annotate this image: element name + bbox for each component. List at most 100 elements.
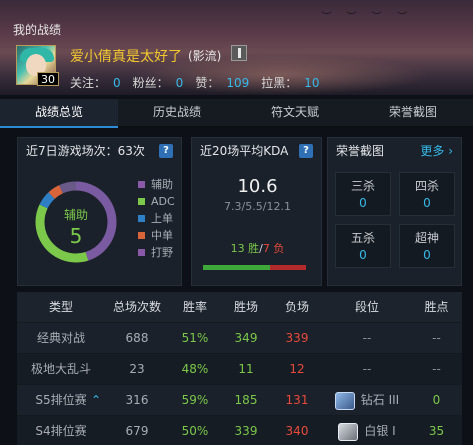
honor-cell-count: 0 <box>423 248 431 262</box>
help-icon[interactable]: ? <box>159 144 173 158</box>
honor-panel: 荣誉截图 更多 › 三杀 0 四杀 0 五杀 0 超神 0 <box>327 137 462 286</box>
cell-rate: 59% <box>181 393 209 407</box>
win-loss-record: 13 胜/7 负 <box>192 240 323 256</box>
cell-points: -- <box>432 362 441 376</box>
legend-swatch <box>138 249 145 256</box>
tab-history[interactable]: 历史战绩 <box>118 99 236 127</box>
table-row[interactable]: 经典对战 688 51% 349 339 -- -- <box>17 323 462 354</box>
cell-tier: 钻石 III <box>323 385 411 415</box>
table-header-row: 类型 总场次数 胜率 胜场 负场 段位 胜点 <box>17 292 462 323</box>
diamond-tier-icon <box>334 391 355 410</box>
legend-swatch <box>138 232 145 239</box>
tier-wrap: 钻石 III <box>334 385 400 416</box>
tier-text: 钻石 III <box>360 393 400 407</box>
cell-rate: 50% <box>181 424 209 438</box>
honor-title: 荣誉截图 更多 › <box>328 138 461 164</box>
follow-label: 关注： <box>70 76 107 90</box>
table-row[interactable]: 极地大乱斗 23 48% 11 12 -- -- <box>17 354 462 385</box>
cell-total: 316 <box>125 393 149 407</box>
page-title: 我的战绩 <box>13 23 62 37</box>
likes-label: 赞： <box>195 76 220 90</box>
cell-tier: -- <box>362 362 372 376</box>
column-header: 胜场 <box>233 300 258 314</box>
column-header: 负场 <box>284 300 309 314</box>
silver-tier-icon <box>338 422 359 441</box>
legend-swatch <box>138 181 145 188</box>
table-row[interactable]: S4排位赛 679 50% 339 340 白银 I 35 <box>17 416 462 445</box>
honor-cell-name: 五杀 <box>350 231 375 245</box>
more-link-label: 更多 <box>420 144 445 158</box>
cell-type: 极地大乱斗 <box>30 362 91 376</box>
honor-cell-count: 0 <box>359 248 367 262</box>
tier-text: 白银 I <box>364 424 396 438</box>
cell-rate: 51% <box>181 331 209 345</box>
tab-runes[interactable]: 符文天赋 <box>236 99 354 127</box>
cell-points: -- <box>432 331 441 345</box>
kda-title: 近20场平均KDA ? <box>192 138 321 164</box>
cell-win: 339 <box>234 424 258 438</box>
honor-cell-legendary[interactable]: 超神 0 <box>399 224 455 268</box>
legend-label: ADC <box>151 195 175 208</box>
more-link[interactable]: 更多 › <box>420 138 453 164</box>
legend-swatch <box>138 215 145 222</box>
legend-item-jungle: 打野 <box>138 244 175 261</box>
cell-loss: 340 <box>285 424 309 438</box>
cell-win: 11 <box>238 362 254 376</box>
legend-label: 中单 <box>151 229 173 242</box>
cell-type-text: S5排位赛 <box>35 393 87 407</box>
recent-games-panel: 近7日游戏场次：63次 ? 辅助 5 辅助 ADC 上单 中单 打野 <box>17 137 182 286</box>
chevron-up-icon[interactable]: ⌃ <box>91 385 101 416</box>
cell-type: 经典对战 <box>36 331 85 345</box>
honor-cell-quadra-kill[interactable]: 四杀 0 <box>399 172 455 216</box>
legend-item-support: 辅助 <box>138 176 175 193</box>
social-stats: 关注： 0 粉丝： 0 赞： 109 拉黑： 10 <box>70 74 332 91</box>
honor-cell-triple-kill[interactable]: 三杀 0 <box>335 172 391 216</box>
tab-honor[interactable]: 荣誉截图 <box>354 99 472 127</box>
cell-rate: 48% <box>181 362 209 376</box>
likes-count[interactable]: 109 <box>226 76 249 90</box>
recent-games-title: 近7日游戏场次：63次 ? <box>18 138 181 164</box>
legend-label: 辅助 <box>151 178 173 191</box>
tab-overview[interactable]: 战绩总览 <box>0 99 118 128</box>
username: 爱小倩真是太好了 <box>70 49 182 65</box>
column-header: 类型 <box>48 300 73 314</box>
legend-label: 打野 <box>151 246 173 259</box>
honor-cell-name: 超神 <box>414 231 439 245</box>
honor-cell-name: 四杀 <box>414 179 439 193</box>
win-loss-bar <box>203 265 306 270</box>
kda-panel: 近20场平均KDA ? 10.6 7.3/5.5/12.1 13 胜/7 负 <box>191 137 322 286</box>
cell-total: 679 <box>125 424 149 438</box>
cell-win: 349 <box>234 331 258 345</box>
role-legend: 辅助 ADC 上单 中单 打野 <box>138 176 175 261</box>
cell-loss: 12 <box>289 362 305 376</box>
kda-title-text: 近20场平均KDA <box>200 144 289 158</box>
legend-label: 上单 <box>151 212 173 225</box>
stats-table: 类型 总场次数 胜率 胜场 负场 段位 胜点 经典对战 688 51% 349 … <box>17 292 462 445</box>
chevron-right-icon: › <box>448 144 453 158</box>
legend-item-top: 上单 <box>138 210 175 227</box>
block-count[interactable]: 10 <box>304 76 319 90</box>
column-header: 胜点 <box>424 300 449 314</box>
header-birds-decoration: ︶ ︶ ︶ ︶ <box>321 12 413 23</box>
tier-wrap: 白银 I <box>338 416 396 445</box>
win-loss-bar-fill <box>203 265 270 270</box>
honor-cell-penta-kill[interactable]: 五杀 0 <box>335 224 391 268</box>
cell-tier: 白银 I <box>323 416 411 445</box>
kda-detail: 7.3/5.5/12.1 <box>224 200 291 213</box>
block-label: 拉黑： <box>261 76 298 90</box>
column-header: 胜率 <box>182 300 207 314</box>
follow-count[interactable]: 0 <box>113 76 121 90</box>
fans-label: 粉丝： <box>132 76 169 90</box>
legend-item-mid: 中单 <box>138 227 175 244</box>
cell-loss: 339 <box>285 331 309 345</box>
table-row[interactable]: S5排位赛 ⌃ 316 59% 185 131 钻石 III 0 <box>17 385 462 416</box>
recent-games-title-text: 近7日游戏场次：63次 <box>26 144 145 158</box>
column-header: 段位 <box>354 300 379 314</box>
level-badge: 30 <box>37 72 59 86</box>
help-icon[interactable]: ? <box>299 144 313 158</box>
fans-count[interactable]: 0 <box>176 76 184 90</box>
donut-center-value: 5 <box>69 224 83 248</box>
cell-type: S4排位赛 <box>35 424 87 438</box>
cell-type: S5排位赛 ⌃ <box>17 385 105 415</box>
cell-win: 185 <box>234 393 258 407</box>
